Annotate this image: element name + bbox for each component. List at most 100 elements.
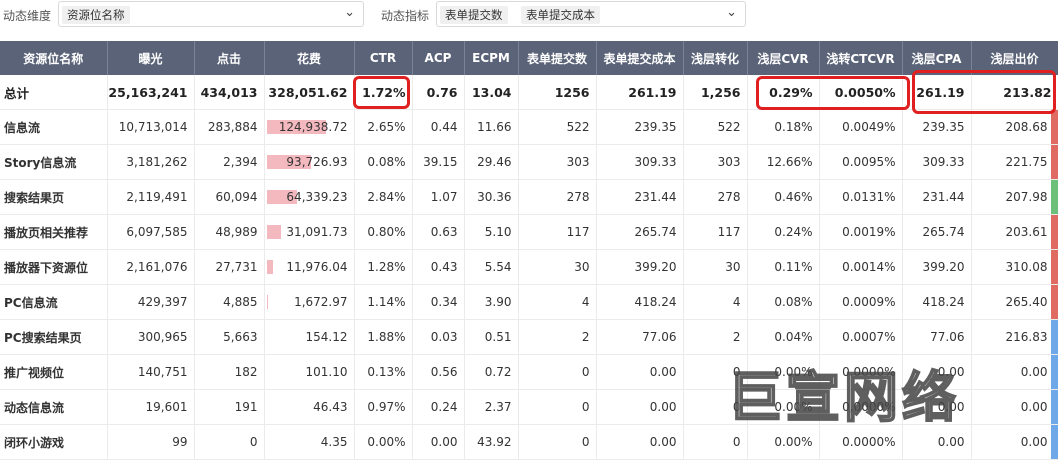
table-row[interactable]: 播放页相关推荐 6,097,585 48,989 31,091.73 0.80% 0.63…	[0, 214, 1058, 250]
cell-value: 31,091.73	[286, 225, 348, 239]
cell-value: 0.76	[426, 84, 458, 100]
cell-value: 2	[581, 330, 590, 344]
cell-value: 261.19	[916, 84, 965, 100]
table-row[interactable]: PC搜索结果页 300,965 5,663 154.12 1.88% 0.03 0.51 2 7…	[0, 319, 1058, 355]
cell-value: 4	[732, 295, 741, 309]
table-cell: 418.24	[596, 284, 684, 320]
table-row[interactable]: 搜索结果页 2,119,491 60,094 64,339.23 2.84% 1.07 30…	[0, 179, 1058, 215]
table-cell: 0	[194, 424, 265, 460]
cell-value: 77.06	[930, 330, 965, 344]
table-cell: 5.10	[464, 214, 519, 250]
table-cell: 11,976.04	[264, 249, 355, 285]
column-header[interactable]: 表单提交成本	[596, 41, 684, 75]
cell-value: 0.13%	[367, 365, 406, 379]
table-cell: 522	[683, 109, 748, 145]
cell-value: 0	[581, 400, 590, 414]
cell-value: 46.43	[313, 400, 348, 414]
table-cell: 213.82	[971, 75, 1058, 110]
column-header[interactable]: CTR	[354, 41, 413, 75]
status-indicator	[1050, 320, 1057, 354]
cell-value: 309.33	[922, 155, 965, 169]
cell-value: 1.72%	[362, 84, 406, 100]
table-row[interactable]: 信息流 10,713,014 283,884 124,938.72 2.65% 0.44 1…	[0, 109, 1058, 145]
cell-value: 0	[249, 435, 258, 449]
table-cell: 4.35	[264, 424, 355, 460]
table-cell: 239.35	[902, 109, 972, 145]
cell-value: 265.40	[1005, 295, 1048, 309]
column-header[interactable]: ECPM	[464, 41, 519, 75]
cell-value: 2,394	[223, 155, 258, 169]
cell-value: 0.0009%	[842, 295, 896, 309]
table-cell: 30	[683, 249, 748, 285]
cell-value: 328,051.62	[268, 84, 348, 100]
table-cell: 418.24	[902, 284, 972, 320]
cell-value: 278	[717, 190, 741, 204]
table-cell: 77.06	[596, 319, 684, 355]
metric-tag-1[interactable]: 表单提交数	[440, 6, 508, 24]
table-row[interactable]: Story信息流 3,181,262 2,394 93,726.93 0.08% 39.1…	[0, 144, 1058, 180]
table-cell: 0.0007%	[819, 319, 903, 355]
table-cell: 309.33	[902, 144, 972, 180]
table-row[interactable]: PC信息流 429,397 4,885 1,672.97 1.14% 0.34 3.90 4 4…	[0, 284, 1058, 320]
cell-value: 522	[566, 120, 590, 134]
column-header[interactable]: 浅层CVR	[747, 41, 820, 75]
column-header[interactable]: 点击	[194, 41, 265, 75]
cell-value: 0.18%	[774, 120, 813, 134]
column-header[interactable]: 浅转CTCVR	[819, 41, 903, 75]
table-cell: 0.0095%	[819, 144, 903, 180]
cell-value: 303	[566, 155, 590, 169]
chevron-down-icon[interactable]: ⌄	[726, 5, 737, 20]
column-header[interactable]: 曝光	[107, 41, 195, 75]
table-cell: 1.14%	[354, 284, 413, 320]
cell-value: 0.0007%	[842, 330, 896, 344]
column-header[interactable]: 浅层出价	[971, 41, 1058, 75]
metric-label: 动态指标	[381, 9, 430, 23]
cell-value: 2.84%	[367, 190, 406, 204]
table-cell: 0.0049%	[819, 109, 903, 145]
spend-bar	[266, 260, 273, 274]
total-row[interactable]: 总计 25,163,241 434,013 328,051.62 1.72% 0.76 13…	[0, 75, 1058, 110]
table-cell: 3.90	[464, 284, 519, 320]
cell-value: 0.43	[430, 260, 458, 274]
cell-value: 0	[732, 435, 741, 449]
cell-value: 0.0014%	[842, 260, 896, 274]
table-cell: 4	[518, 284, 597, 320]
chevron-down-icon[interactable]: ⌄	[344, 5, 355, 20]
table-cell: 0.24%	[747, 214, 820, 250]
column-header[interactable]: 浅层CPA	[902, 41, 972, 75]
cell-value: 239.35	[922, 120, 965, 134]
table-cell: 43.92	[464, 424, 519, 460]
metric-select[interactable]: 表单提交数 表单提交成本 ⌄	[436, 1, 746, 27]
cell-value: 1.07	[430, 190, 458, 204]
table-cell: 46.43	[264, 389, 355, 425]
table-cell: 0.24	[412, 389, 465, 425]
table-cell: 0	[518, 424, 597, 460]
cell-value: 0.51	[484, 330, 512, 344]
table-cell: 328,051.62	[264, 75, 355, 110]
column-header[interactable]: ACP	[412, 41, 465, 75]
dimension-tag[interactable]: 资源位名称	[62, 6, 130, 24]
dimension-select[interactable]: 资源位名称 ⌄	[58, 1, 364, 27]
table-cell: 207.98	[971, 179, 1058, 215]
column-header[interactable]: 表单提交数	[518, 41, 597, 75]
table-cell: 0.51	[464, 319, 519, 355]
column-header[interactable]: 浅层转化	[683, 41, 748, 75]
column-header[interactable]: 资源位名称	[0, 41, 108, 75]
table-row[interactable]: 播放器下资源位 2,161,076 27,731 11,976.04 1.28% 0.43…	[0, 249, 1058, 285]
table-cell: 2.65%	[354, 109, 413, 145]
cell-value: 1.88%	[367, 330, 406, 344]
column-header[interactable]: 花费	[264, 41, 355, 75]
metric-tag-2[interactable]: 表单提交成本	[521, 6, 600, 24]
cell-value: 300,965	[137, 330, 188, 344]
cell-value: 2.37	[484, 400, 512, 414]
resource-name: 播放页相关推荐	[0, 214, 108, 250]
table-cell: 93,726.93	[264, 144, 355, 180]
resource-name: 播放器下资源位	[0, 249, 108, 285]
cell-value: 2.65%	[367, 120, 406, 134]
table-cell: 10,713,014	[107, 109, 195, 145]
table-cell: 30	[518, 249, 597, 285]
table-header: 资源位名称 曝光 点击 花费 CTR ACP ECPM 表单提交数 表单提交成本 浅层转化 浅层CV…	[0, 41, 1058, 75]
table-cell: 39.15	[412, 144, 465, 180]
cell-value: 221.75	[1005, 155, 1048, 169]
table-cell: 265.74	[596, 214, 684, 250]
